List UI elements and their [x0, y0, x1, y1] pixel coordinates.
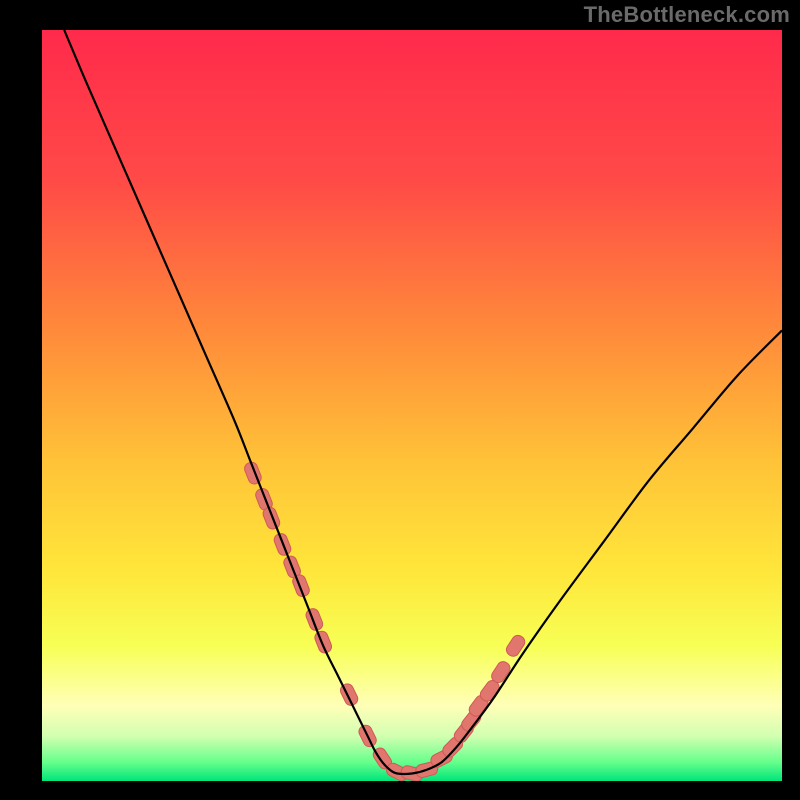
curve-marker [243, 460, 263, 485]
curve-marker [304, 607, 324, 632]
curve-marker [291, 573, 311, 598]
marker-group [243, 460, 527, 781]
curve-marker [261, 506, 281, 531]
curve-marker [338, 682, 359, 707]
curve-marker [313, 629, 333, 654]
plot-area [42, 30, 782, 781]
curve-marker [504, 633, 527, 659]
watermark-text: TheBottleneck.com [584, 2, 790, 28]
bottleneck-curve [64, 30, 782, 774]
chart-stage: TheBottleneck.com [0, 0, 800, 800]
curve-layer [42, 30, 782, 781]
